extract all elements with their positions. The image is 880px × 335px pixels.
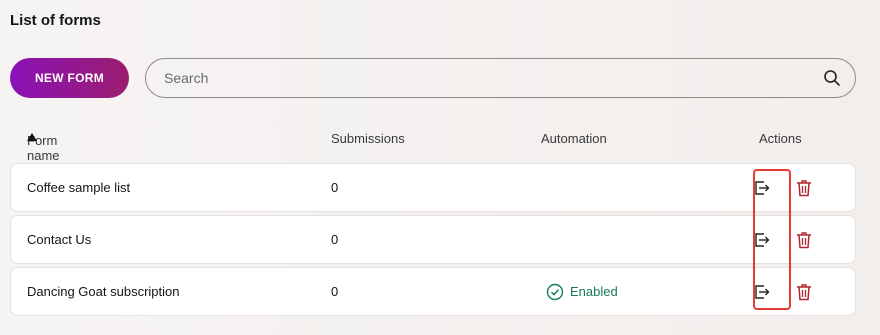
open-form-icon[interactable]	[751, 281, 773, 303]
trash-icon[interactable]	[793, 281, 815, 303]
actions-cell	[751, 268, 815, 315]
table-row[interactable]: Contact Us 0	[10, 215, 856, 264]
column-header-actions: Actions	[759, 131, 802, 146]
open-form-icon[interactable]	[751, 229, 773, 251]
table-row[interactable]: Coffee sample list 0	[10, 163, 856, 212]
search-icon[interactable]	[822, 68, 842, 88]
submissions-cell: 0	[331, 180, 339, 195]
page-title: List of forms	[10, 12, 101, 29]
check-circle-icon	[546, 283, 564, 301]
column-header-submissions: Submissions	[331, 131, 405, 146]
trash-icon[interactable]	[793, 229, 815, 251]
search-input[interactable]	[146, 59, 822, 97]
new-form-button[interactable]: NEW FORM	[10, 58, 129, 98]
table-row[interactable]: Dancing Goat subscription 0 Enabled	[10, 267, 856, 316]
form-name-cell: Coffee sample list	[27, 180, 131, 195]
submissions-cell: 0	[331, 232, 339, 247]
automation-status: Enabled	[570, 284, 618, 299]
search-box[interactable]	[145, 58, 856, 98]
open-form-icon[interactable]	[751, 177, 773, 199]
form-name-cell: Dancing Goat subscription	[27, 284, 180, 299]
actions-cell	[751, 164, 815, 211]
automation-cell: Enabled	[546, 268, 618, 315]
sort-ascending-icon[interactable]	[27, 133, 37, 141]
actions-cell	[751, 216, 815, 263]
form-name-cell: Contact Us	[27, 232, 92, 247]
column-header-automation: Automation	[541, 131, 607, 146]
trash-icon[interactable]	[793, 177, 815, 199]
table-header: Form name Submissions Automation Actions	[0, 129, 880, 163]
submissions-cell: 0	[331, 284, 339, 299]
